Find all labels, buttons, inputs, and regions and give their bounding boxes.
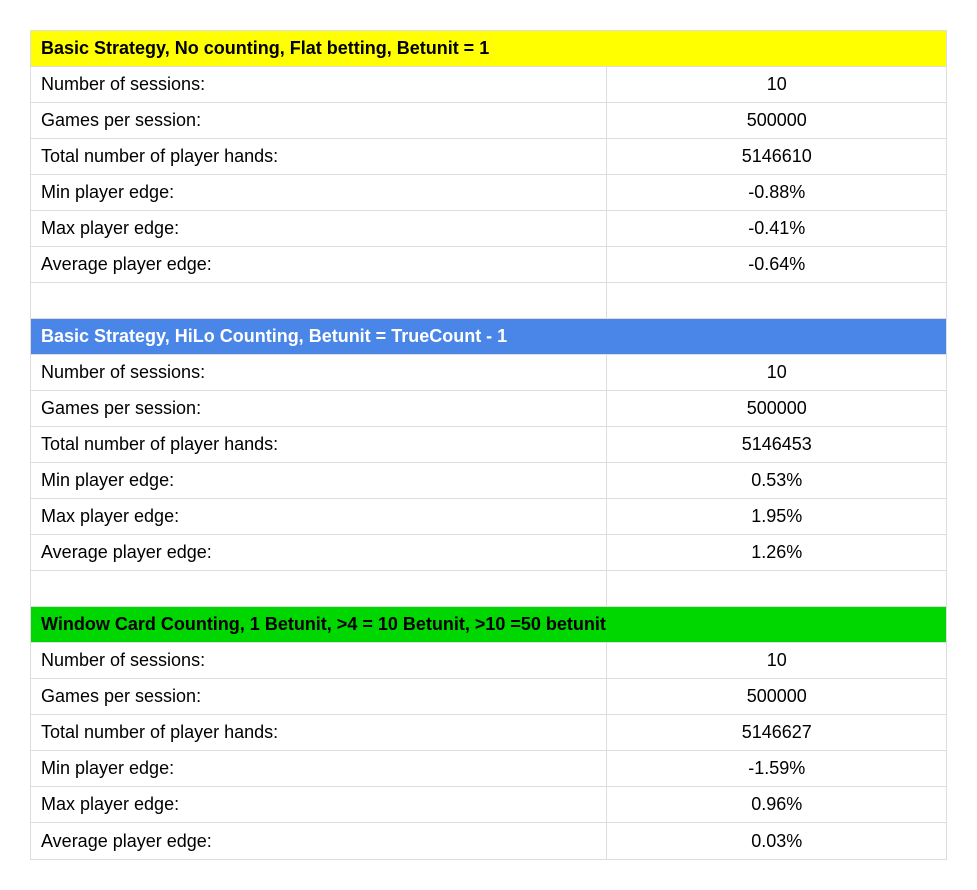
row-label: Games per session: — [31, 679, 607, 714]
row-value: 1.26% — [607, 535, 946, 570]
row-label: Total number of player hands: — [31, 427, 607, 462]
row-value: 1.95% — [607, 499, 946, 534]
table-row: Min player edge:-1.59% — [31, 751, 946, 787]
row-label: Average player edge: — [31, 535, 607, 570]
table-row: Average player edge:-0.64% — [31, 247, 946, 283]
row-label: Total number of player hands: — [31, 715, 607, 750]
row-value: 500000 — [607, 103, 946, 138]
row-value: 5146453 — [607, 427, 946, 462]
row-label: Games per session: — [31, 103, 607, 138]
spacer-row — [31, 283, 946, 319]
row-label: Number of sessions: — [31, 67, 607, 102]
table-row: Games per session:500000 — [31, 679, 946, 715]
row-value: 10 — [607, 67, 946, 102]
table-row: Number of sessions:10 — [31, 67, 946, 103]
table-row: Games per session:500000 — [31, 103, 946, 139]
table-row: Number of sessions:10 — [31, 355, 946, 391]
table-row: Max player edge:1.95% — [31, 499, 946, 535]
row-label: Min player edge: — [31, 463, 607, 498]
table-row: Total number of player hands:5146627 — [31, 715, 946, 751]
row-label: Max player edge: — [31, 787, 607, 822]
results-table: Basic Strategy, No counting, Flat bettin… — [30, 30, 947, 860]
table-row: Average player edge:0.03% — [31, 823, 946, 859]
row-label: Average player edge: — [31, 823, 607, 859]
row-value: 500000 — [607, 679, 946, 714]
table-row: Max player edge:-0.41% — [31, 211, 946, 247]
row-label: Average player edge: — [31, 247, 607, 282]
row-label: Max player edge: — [31, 499, 607, 534]
section-header-label: Window Card Counting, 1 Betunit, >4 = 10… — [31, 607, 946, 642]
table-row: Average player edge:1.26% — [31, 535, 946, 571]
row-value: 0.53% — [607, 463, 946, 498]
row-value: -0.88% — [607, 175, 946, 210]
row-value: 0.96% — [607, 787, 946, 822]
section-header: Basic Strategy, No counting, Flat bettin… — [31, 31, 946, 67]
row-label: Total number of player hands: — [31, 139, 607, 174]
row-label: Max player edge: — [31, 211, 607, 246]
table-row: Total number of player hands:5146453 — [31, 427, 946, 463]
row-value: -0.41% — [607, 211, 946, 246]
table-row: Total number of player hands:5146610 — [31, 139, 946, 175]
row-value: 500000 — [607, 391, 946, 426]
row-value: 10 — [607, 355, 946, 390]
row-label: Min player edge: — [31, 751, 607, 786]
table-row: Number of sessions:10 — [31, 643, 946, 679]
table-row: Max player edge:0.96% — [31, 787, 946, 823]
row-value: 10 — [607, 643, 946, 678]
section-header: Window Card Counting, 1 Betunit, >4 = 10… — [31, 607, 946, 643]
row-value: -1.59% — [607, 751, 946, 786]
table-row: Min player edge:-0.88% — [31, 175, 946, 211]
row-value: 0.03% — [607, 823, 946, 859]
spacer-row — [31, 571, 946, 607]
row-value: 5146610 — [607, 139, 946, 174]
row-value: 5146627 — [607, 715, 946, 750]
row-value: -0.64% — [607, 247, 946, 282]
table-row: Min player edge:0.53% — [31, 463, 946, 499]
row-label: Min player edge: — [31, 175, 607, 210]
row-label: Number of sessions: — [31, 355, 607, 390]
section-header-label: Basic Strategy, No counting, Flat bettin… — [31, 31, 946, 66]
section-header: Basic Strategy, HiLo Counting, Betunit =… — [31, 319, 946, 355]
row-label: Games per session: — [31, 391, 607, 426]
table-row: Games per session:500000 — [31, 391, 946, 427]
row-label: Number of sessions: — [31, 643, 607, 678]
section-header-label: Basic Strategy, HiLo Counting, Betunit =… — [31, 319, 946, 354]
